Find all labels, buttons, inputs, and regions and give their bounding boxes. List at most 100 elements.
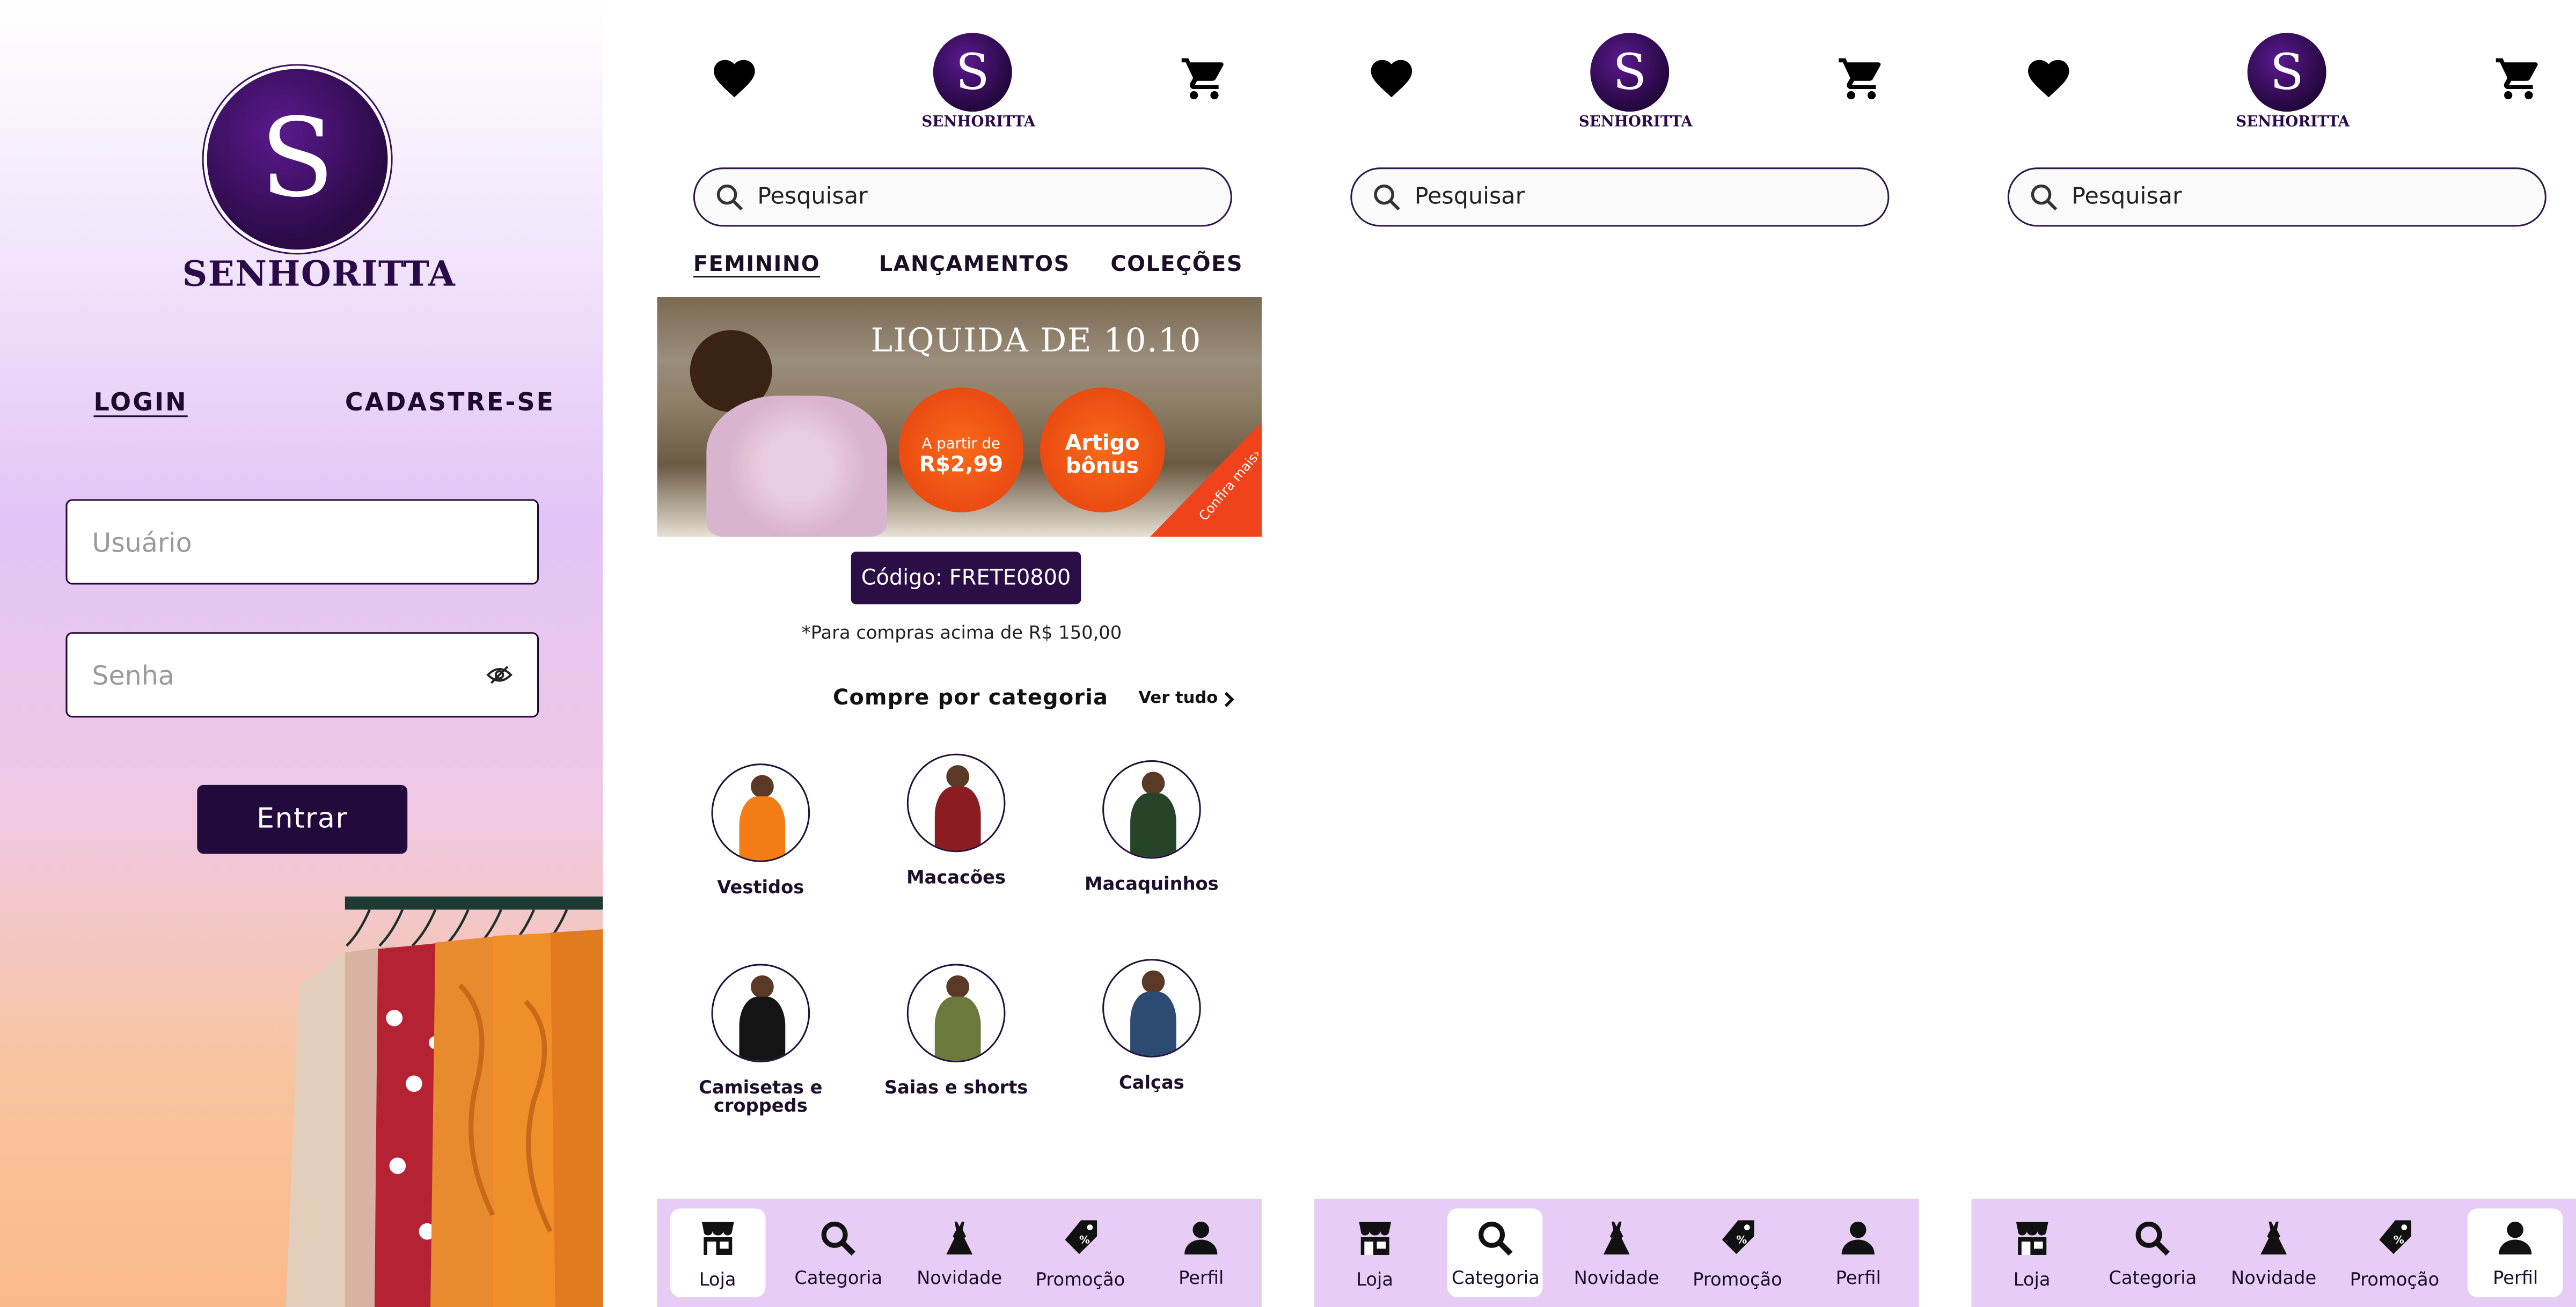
category-item[interactable]: Macacões [864,753,1048,887]
nav-perfil[interactable]: Perfil [2468,1208,2563,1297]
username-placeholder: Usuário [92,526,192,557]
dress-icon [940,1217,979,1267]
tag-icon: % [2373,1216,2416,1268]
nav-loja[interactable]: Loja [1327,1208,1423,1297]
search-input[interactable]: Pesquisar [2007,167,2546,227]
store-icon [1353,1216,1396,1268]
username-field[interactable]: Usuário [65,499,539,585]
nav-loja[interactable]: Loja [670,1208,765,1297]
nav-label: Loja [1356,1268,1393,1290]
nav-promocao[interactable]: % Promoção [1033,1208,1128,1297]
user-icon [2496,1217,2535,1267]
category-image [906,964,1006,1063]
cart-icon[interactable] [2494,54,2543,104]
nav-label: Perfil [2493,1267,2538,1288]
category-item[interactable]: Calças [1059,959,1243,1092]
tab-lancamentos[interactable]: LANÇAMENTOS [879,253,1070,277]
see-all-label: Ver tudo [1138,689,1218,708]
store-icon [2010,1216,2053,1268]
heart-icon[interactable] [709,54,759,104]
user-icon [1839,1217,1878,1267]
search-input[interactable]: Pesquisar [693,167,1232,227]
login-screen: S SENHORITTA LOGIN CADASTRE-SE Usuário S… [0,0,603,1307]
see-all-link[interactable]: Ver tudo [1138,689,1236,708]
banner-badge-bonus-line2: bônus [1065,454,1139,480]
category-item[interactable]: Saias e shorts [864,964,1048,1097]
promo-banner[interactable]: LIQUIDA DE 10.10 A partir de R$2,99 Arti… [657,297,1262,537]
signup-tab[interactable]: CADASTRE-SE [345,387,555,417]
banner-badge-price-value: R$2,99 [919,453,1004,478]
banner-badge-bonus: Artigo bônus [1040,387,1165,512]
search-icon [819,1217,858,1267]
nav-label: Promoção [1035,1268,1125,1290]
category-item[interactable]: Camisetas e croppeds [669,964,853,1115]
nav-promocao[interactable]: % Promoção [1690,1208,1785,1297]
brand-logo-small[interactable]: S [933,33,1012,112]
svg-text:%: % [1736,1233,1746,1245]
bottom-nav: Loja Categoria Novidade % Promoção Perfil [1314,1199,1919,1307]
banner-model-dress [706,395,888,537]
password-field[interactable]: Senha [65,632,539,718]
category-image [711,763,810,862]
category-image [1102,760,1201,859]
brand-logo-letter: S [260,95,335,222]
category-label: Macaquinhos [1085,873,1219,895]
nav-label: Perfil [1179,1267,1224,1288]
eye-off-icon[interactable] [486,659,513,691]
tab-feminino[interactable]: FEMININO [693,253,820,277]
nav-categoria[interactable]: Categoria [791,1208,887,1297]
category-image [1102,959,1201,1058]
nav-perfil[interactable]: Perfil [1811,1208,1906,1297]
brand-logo-letter: S [2270,43,2304,101]
nav-label: Promoção [2350,1268,2440,1290]
nav-label: Categoria [1451,1267,1540,1288]
brand-name-small: SENHORITTA [1578,115,1693,131]
nav-label: Perfil [1835,1267,1881,1288]
login-button[interactable]: Entrar [197,784,408,854]
coupon-code[interactable]: Código: FRETE0800 [851,552,1081,605]
category-label: Saias e shorts [884,1077,1028,1099]
category-item[interactable]: Vestidos [669,763,853,897]
nav-perfil[interactable]: Perfil [1153,1208,1249,1297]
tag-icon: % [1716,1216,1759,1268]
search-icon [1476,1217,1515,1267]
nav-label: Categoria [794,1267,883,1288]
nav-novidade[interactable]: Novidade [2226,1208,2322,1297]
banner-title: LIQUIDA DE 10.10 [870,320,1202,360]
login-tab[interactable]: LOGIN [93,387,187,417]
brand-name: SENHORITTA [182,253,456,294]
category-image [711,964,810,1063]
nav-promocao[interactable]: % Promoção [2347,1208,2442,1297]
nav-categoria[interactable]: Categoria [1448,1208,1543,1297]
cart-icon[interactable] [1836,54,1886,104]
category-item[interactable]: Macaquinhos [1059,760,1243,893]
search-input[interactable]: Pesquisar [1350,167,1890,227]
brand-logo-small[interactable]: S [2247,33,2326,112]
nav-label: Loja [2013,1268,2051,1290]
brand-name-small: SENHORITTA [921,115,1036,131]
search-placeholder: Pesquisar [757,183,868,210]
brand-logo-small[interactable]: S [1590,33,1670,112]
svg-text:%: % [1079,1233,1089,1245]
tab-colecoes[interactable]: COLEÇÕES [1110,253,1243,277]
category-image [906,753,1006,853]
brand-logo-letter: S [1613,43,1647,101]
nav-categoria[interactable]: Categoria [2105,1208,2201,1297]
heart-icon[interactable] [1367,54,1416,104]
brand-name-small: SENHORITTA [2236,115,2350,131]
category-label: Calças [1119,1072,1184,1094]
nav-label: Novidade [1574,1267,1659,1288]
clothing-rack-image [279,887,603,1307]
cart-icon[interactable] [1180,54,1229,104]
category-screen: S SENHORITTA Pesquisar Loja Categoria Novi… [1314,0,1919,1307]
nav-novidade[interactable]: Novidade [912,1208,1007,1297]
heart-icon[interactable] [2024,54,2073,104]
coupon-note: *Para compras acima de R$ 150,00 [801,622,1122,644]
search-icon [2133,1217,2172,1267]
nav-loja[interactable]: Loja [1984,1208,2080,1297]
category-label: Camisetas e croppeds [699,1077,823,1117]
search-icon [1374,184,1400,211]
nav-novidade[interactable]: Novidade [1569,1208,1664,1297]
chevron-right-icon [1225,691,1235,707]
dress-icon [2254,1217,2293,1267]
